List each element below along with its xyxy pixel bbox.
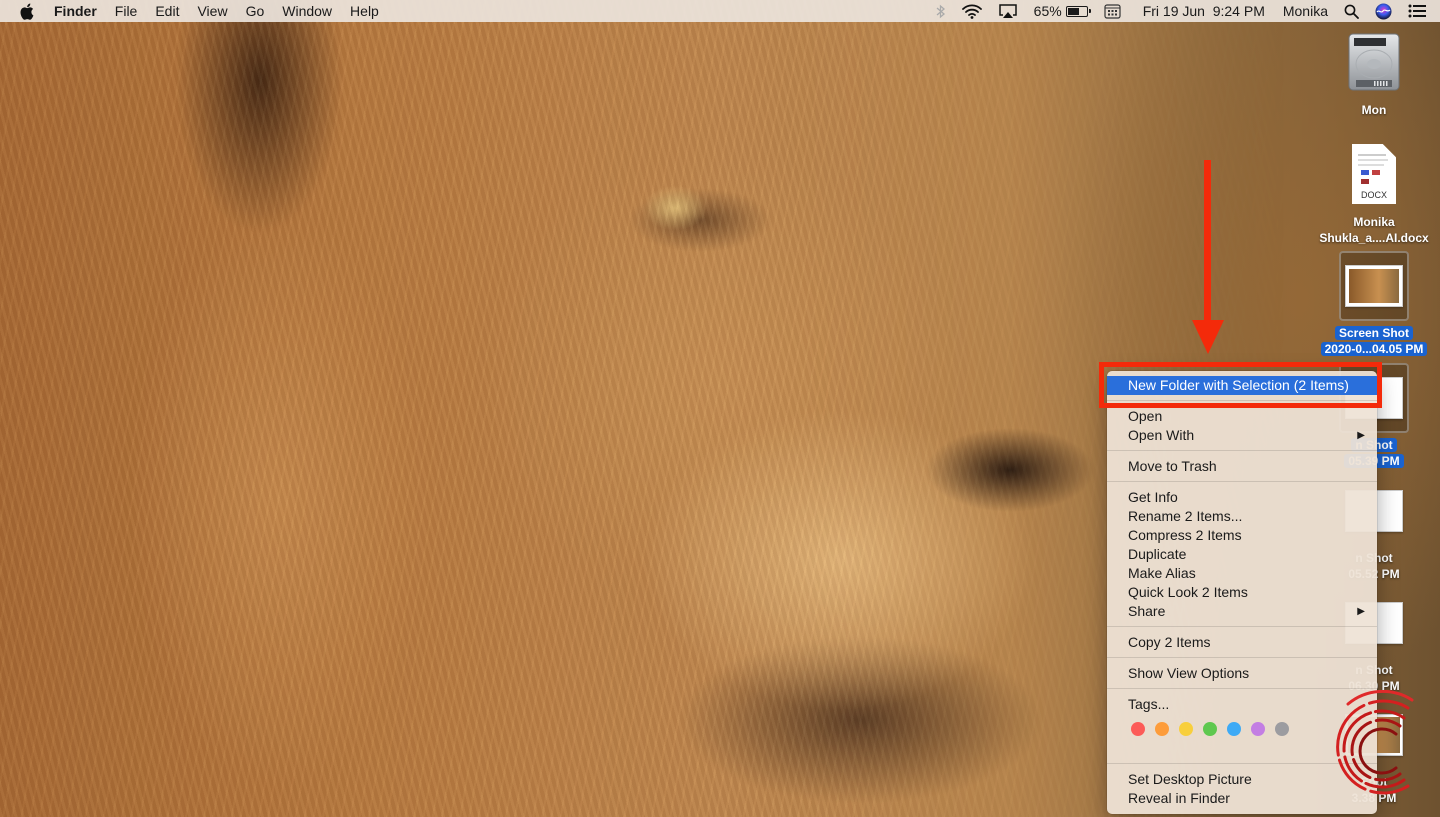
- menu-separator: [1107, 688, 1377, 689]
- menu-item-label: Open With: [1128, 427, 1195, 443]
- menu-separator: [1107, 450, 1377, 451]
- desktop-icon-label: Screen Shot: [1334, 326, 1414, 340]
- submenu-arrow-icon: ▶: [1357, 606, 1365, 617]
- tag-gray[interactable]: [1275, 722, 1289, 736]
- watermark-logo-icon: [1336, 690, 1414, 795]
- menu-bar: Finder File Edit View Go Window Help 65%…: [0, 0, 1440, 22]
- menu-item-new-folder-with-selection[interactable]: New Folder with Selection (2 Items): [1107, 376, 1377, 395]
- user-name[interactable]: Monika: [1283, 3, 1328, 19]
- notification-center-icon[interactable]: [1408, 4, 1426, 18]
- tag-purple[interactable]: [1251, 722, 1265, 736]
- menu-window[interactable]: Window: [273, 0, 341, 22]
- menu-item-make-alias[interactable]: Make Alias: [1107, 564, 1377, 583]
- menu-help[interactable]: Help: [341, 0, 388, 22]
- docx-file-icon: DOCX: [1342, 142, 1406, 206]
- desktop-icon-label: Mon: [1361, 103, 1387, 117]
- desktop-icon-screenshot-1[interactable]: Screen Shot 2020-0...04.05 PM: [1309, 251, 1439, 357]
- keyboard-viewer-icon[interactable]: [1104, 3, 1121, 19]
- menu-finder[interactable]: Finder: [54, 0, 106, 22]
- spotlight-search-icon[interactable]: [1344, 4, 1359, 19]
- desktop-icon-label: Monika: [1353, 215, 1395, 229]
- menu-item-compress[interactable]: Compress 2 Items: [1107, 526, 1377, 545]
- battery-icon: [1065, 5, 1091, 17]
- hard-drive-icon: [1342, 30, 1406, 94]
- menu-item-label: Share: [1128, 603, 1166, 619]
- desktop-icon-docx[interactable]: DOCX Monika Shukla_a....AI.docx: [1309, 142, 1439, 246]
- menu-view[interactable]: View: [188, 0, 236, 22]
- menu-item-get-info[interactable]: Get Info: [1107, 488, 1377, 507]
- menu-edit[interactable]: Edit: [146, 0, 188, 22]
- menu-separator: [1107, 481, 1377, 482]
- tag-red[interactable]: [1131, 722, 1145, 736]
- annotation-arrow-down-icon: [1192, 160, 1224, 354]
- menu-item-duplicate[interactable]: Duplicate: [1107, 545, 1377, 564]
- clock[interactable]: Fri 19 Jun 9:24 PM: [1143, 3, 1265, 19]
- tag-blue[interactable]: [1227, 722, 1241, 736]
- siri-icon[interactable]: [1375, 3, 1392, 20]
- bluetooth-icon[interactable]: [936, 4, 946, 19]
- menu-separator: [1107, 400, 1377, 401]
- tag-green[interactable]: [1203, 722, 1217, 736]
- menu-item-rename[interactable]: Rename 2 Items...: [1107, 507, 1377, 526]
- airplay-icon[interactable]: [998, 3, 1018, 19]
- screenshot-thumbnail: [1339, 251, 1409, 321]
- docx-badge: DOCX: [1360, 190, 1387, 200]
- menu-separator: [1107, 626, 1377, 627]
- menu-item-move-to-trash[interactable]: Move to Trash: [1107, 457, 1377, 476]
- menu-separator: [1107, 657, 1377, 658]
- apple-icon[interactable]: [19, 3, 37, 20]
- submenu-arrow-icon: ▶: [1357, 430, 1365, 441]
- tag-yellow[interactable]: [1179, 722, 1193, 736]
- desktop-icon-label: 2020-0...04.05 PM: [1320, 342, 1428, 356]
- tag-orange[interactable]: [1155, 722, 1169, 736]
- battery-percent: 65%: [1033, 3, 1062, 19]
- desktop-icon-label: Shukla_a....AI.docx: [1319, 231, 1429, 245]
- battery-status[interactable]: 65%: [1033, 3, 1091, 19]
- menu-item-quick-look[interactable]: Quick Look 2 Items: [1107, 583, 1377, 602]
- menu-file[interactable]: File: [106, 0, 147, 22]
- battery-fill: [1067, 7, 1079, 15]
- menu-go[interactable]: Go: [237, 0, 274, 22]
- menu-item-open[interactable]: Open: [1107, 407, 1377, 426]
- desktop-icon-hard-drive[interactable]: Mon: [1309, 30, 1439, 118]
- menu-item-share[interactable]: Share ▶: [1107, 602, 1377, 621]
- menu-item-show-view-options[interactable]: Show View Options: [1107, 664, 1377, 683]
- menu-item-open-with[interactable]: Open With ▶: [1107, 426, 1377, 445]
- menu-item-copy[interactable]: Copy 2 Items: [1107, 633, 1377, 652]
- wifi-icon[interactable]: [961, 4, 982, 19]
